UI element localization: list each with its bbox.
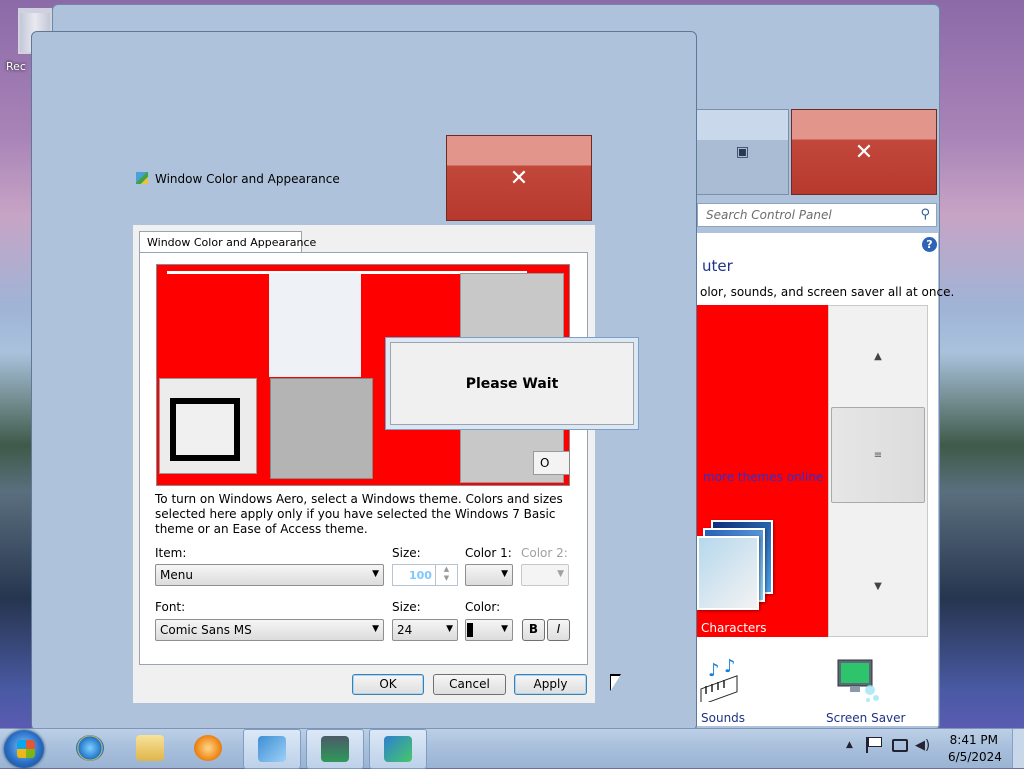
- aero-info-text: To turn on Windows Aero, select a Window…: [155, 492, 563, 536]
- close-icon: ✕: [854, 139, 874, 165]
- chevron-down-icon: ▼: [501, 624, 508, 634]
- cancel-button[interactable]: Cancel: [433, 674, 506, 695]
- font-size-select[interactable]: 24 ▼: [392, 619, 458, 641]
- mouse-cursor-fill: [611, 676, 620, 690]
- dialog-title: Window Color and Appearance: [155, 172, 340, 186]
- color1-label: Color 1:: [465, 546, 512, 560]
- chevron-down-icon: ▼: [372, 569, 379, 579]
- apply-button[interactable]: Apply: [514, 674, 587, 695]
- recycle-bin-label: Rec: [6, 60, 26, 73]
- window-color-app-icon: [136, 172, 148, 184]
- get-more-themes-link[interactable]: more themes online: [703, 470, 823, 484]
- sounds-link[interactable]: Sounds: [701, 711, 745, 725]
- maximize-button[interactable]: ▣: [696, 109, 789, 195]
- taskbar-system[interactable]: [306, 729, 364, 769]
- font-color-picker[interactable]: ▼: [465, 619, 513, 641]
- please-wait-message: Please Wait: [390, 342, 634, 425]
- display-icon: [384, 736, 412, 762]
- svg-text:♪: ♪: [724, 656, 736, 677]
- chevron-down-icon: ▼: [501, 569, 508, 579]
- theme-image: [697, 536, 759, 610]
- close-icon: ✕: [509, 165, 529, 191]
- taskbar-control-panel[interactable]: [243, 729, 301, 769]
- item-size-label: Size:: [392, 546, 421, 560]
- media-player-icon: [194, 735, 222, 761]
- help-icon[interactable]: ?: [922, 237, 937, 252]
- screen-saver-icon[interactable]: [832, 656, 882, 706]
- font-color-swatch: [467, 623, 473, 637]
- volume-icon[interactable]: ◀): [915, 738, 930, 753]
- maximize-icon: ▣: [735, 144, 750, 160]
- show-desktop-button[interactable]: [1012, 729, 1024, 768]
- screen-saver-link[interactable]: Screen Saver: [826, 711, 905, 725]
- font-select[interactable]: Comic Sans MS ▼: [155, 619, 384, 641]
- color1-picker[interactable]: ▼: [465, 564, 513, 586]
- scroll-up-arrow-icon[interactable]: ▲: [829, 306, 927, 406]
- dialog-close-button[interactable]: ✕: [446, 135, 592, 221]
- sounds-icon[interactable]: ♪ ♪: [698, 656, 744, 702]
- start-button[interactable]: [4, 730, 44, 768]
- show-hidden-icons-chevron-icon[interactable]: ▲: [846, 740, 853, 750]
- clock-date[interactable]: 6/5/2024: [948, 750, 1002, 764]
- svg-text:♪: ♪: [708, 660, 720, 681]
- color2-picker[interactable]: ▼: [521, 564, 569, 586]
- font-select-value: Comic Sans MS: [160, 623, 252, 637]
- clock-time[interactable]: 8:41 PM: [948, 733, 998, 747]
- bold-toggle-button[interactable]: B: [522, 619, 545, 641]
- grip-icon: ≡: [873, 449, 883, 461]
- item-size-stepper[interactable]: 100 ▲ ▼: [392, 564, 458, 586]
- taskbar-internet-explorer[interactable]: [62, 729, 118, 767]
- taskbar-media-player[interactable]: [180, 729, 236, 767]
- preview-ok-button: O: [533, 451, 569, 475]
- search-control-panel-input[interactable]: Search Control Panel ⚲: [697, 203, 937, 227]
- ok-button[interactable]: OK: [352, 674, 424, 695]
- stepper-arrows-icon[interactable]: ▲ ▼: [435, 565, 457, 585]
- internet-explorer-icon: [76, 735, 104, 761]
- font-label: Font:: [155, 600, 186, 614]
- item-select-value: Menu: [160, 568, 193, 582]
- search-icon[interactable]: ⚲: [920, 207, 930, 222]
- taskbar-display[interactable]: [369, 729, 427, 769]
- chevron-down-icon: ▼: [446, 624, 453, 634]
- item-select[interactable]: Menu ▼: [155, 564, 384, 586]
- font-size-label: Size:: [392, 600, 421, 614]
- color2-label: Color 2:: [521, 546, 568, 560]
- control-panel-icon: [258, 736, 286, 762]
- taskbar-windows-explorer[interactable]: [122, 729, 178, 767]
- preview-menu-area: [269, 273, 361, 377]
- theme-list-scrollbar[interactable]: ▲ ≡ ▼: [828, 305, 928, 637]
- characters-theme-label: Characters: [701, 621, 767, 635]
- control-panel-close-button[interactable]: ✕: [791, 109, 937, 195]
- network-icon[interactable]: [892, 739, 908, 752]
- system-monitor-icon: [321, 736, 349, 762]
- preview-window-frame: [170, 398, 240, 461]
- item-label: Item:: [155, 546, 187, 560]
- personalization-description: olor, sounds, and screen saver all at on…: [700, 285, 955, 299]
- search-placeholder: Search Control Panel: [706, 208, 832, 222]
- font-color-label: Color:: [465, 600, 501, 614]
- item-size-value: 100: [409, 569, 432, 582]
- scroll-thumb[interactable]: ≡: [831, 407, 925, 503]
- font-size-value: 24: [397, 623, 413, 637]
- tab-window-color-and-appearance[interactable]: Window Color and Appearance: [139, 231, 316, 253]
- action-center-flag-icon[interactable]: [866, 737, 882, 753]
- italic-toggle-button[interactable]: I: [547, 619, 570, 641]
- preview-message-box: [270, 378, 373, 479]
- folder-icon: [136, 735, 164, 761]
- personalization-heading: uter: [702, 257, 733, 275]
- scroll-down-arrow-icon[interactable]: ▼: [829, 536, 927, 636]
- windows-logo-icon: [17, 740, 35, 758]
- characters-theme-thumbnail[interactable]: [697, 520, 792, 615]
- chevron-down-icon: ▼: [557, 569, 564, 579]
- chevron-down-icon: ▼: [372, 624, 379, 634]
